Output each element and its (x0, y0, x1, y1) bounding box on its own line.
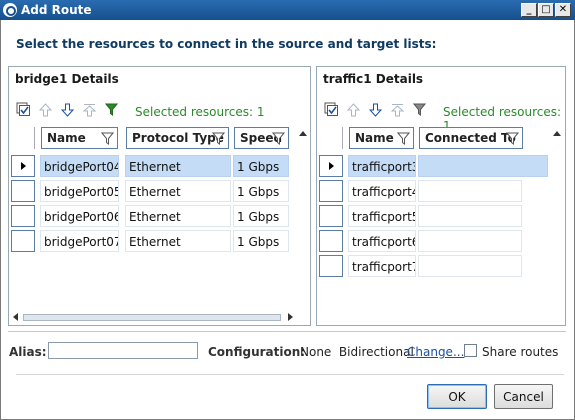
column-filter-icon[interactable] (211, 132, 226, 148)
divider (8, 331, 566, 332)
cell-name[interactable]: trafficport7 (348, 255, 416, 277)
move-down-icon[interactable] (59, 101, 76, 118)
source-grid-header: Name Protocol Type Speed (9, 125, 299, 151)
share-routes-checkbox[interactable] (464, 344, 477, 357)
title-bar[interactable]: Add Route _ □ ✕ (0, 0, 575, 20)
table-row[interactable]: trafficport6 (317, 229, 549, 252)
change-configuration-link[interactable]: Change... (407, 345, 464, 359)
cancel-button[interactable]: Cancel (494, 384, 553, 409)
move-up-icon[interactable] (37, 101, 54, 118)
current-row-icon (21, 162, 26, 170)
source-panel: bridge1 Details Selected resources: 1 Na… (8, 66, 311, 326)
table-row[interactable]: bridgePort05 Ethernet 1 Gbps (9, 179, 299, 202)
app-icon (3, 3, 17, 17)
row-selector[interactable] (11, 180, 35, 202)
target-grid-header: Name Connected To (317, 125, 553, 151)
filter-icon[interactable] (103, 101, 120, 118)
scroll-up-icon[interactable] (553, 131, 561, 136)
scroll-thumb[interactable] (23, 314, 281, 321)
header-corner (9, 127, 35, 149)
maximize-button[interactable]: □ (538, 3, 554, 17)
alias-label: Alias: (9, 345, 47, 359)
select-all-icon[interactable] (323, 101, 340, 118)
configuration-value: None Bidirectional (300, 345, 414, 359)
cell-protocol[interactable]: Ethernet (125, 205, 231, 227)
row-selector[interactable] (11, 230, 35, 252)
scroll-left-icon[interactable] (13, 313, 18, 321)
column-header-name[interactable]: Name (349, 127, 414, 149)
row-selector[interactable] (319, 230, 343, 252)
row-selector[interactable] (319, 255, 343, 277)
column-filter-icon[interactable] (271, 132, 286, 148)
cell-protocol[interactable]: Ethernet (125, 230, 231, 252)
instruction-text: Select the resources to connect in the s… (16, 37, 437, 51)
column-header-speed[interactable]: Speed (234, 127, 289, 149)
cell-connected-to[interactable] (418, 230, 522, 252)
cell-name[interactable]: trafficport6 (348, 230, 416, 252)
cell-protocol[interactable]: Ethernet (125, 155, 231, 177)
table-row[interactable]: bridgePort04 Ethernet 1 Gbps (9, 154, 299, 177)
scroll-up-icon[interactable] (299, 131, 307, 136)
column-header-protocol-type[interactable]: Protocol Type (126, 127, 229, 149)
move-top-icon[interactable] (389, 101, 406, 118)
horizontal-scrollbar[interactable] (11, 311, 297, 323)
table-row[interactable]: trafficport3 (317, 154, 549, 177)
cell-name[interactable]: bridgePort07 (40, 230, 119, 252)
source-selected-count: Selected resources: 1 (135, 105, 265, 119)
table-row[interactable]: trafficport4 (317, 179, 549, 202)
minimize-button[interactable]: _ (521, 3, 537, 17)
column-header-connected-to[interactable]: Connected To (419, 127, 523, 149)
window-title: Add Route (21, 3, 92, 17)
close-button[interactable]: ✕ (555, 3, 571, 17)
cell-name[interactable]: trafficport3 (348, 155, 416, 177)
cell-speed[interactable]: 1 Gbps (233, 205, 289, 227)
row-selector[interactable] (319, 180, 343, 202)
row-selector[interactable] (319, 205, 343, 227)
table-row[interactable]: trafficport7 (317, 254, 549, 277)
table-row[interactable]: bridgePort06 Ethernet 1 Gbps (9, 204, 299, 227)
cell-name[interactable]: trafficport5 (348, 205, 416, 227)
cell-connected-to[interactable] (418, 155, 548, 177)
table-row[interactable]: bridgePort07 Ethernet 1 Gbps (9, 229, 299, 252)
vertical-scrollbar[interactable] (551, 127, 563, 312)
target-panel: traffic1 Details Selected resources: 1 N… (316, 66, 566, 326)
cell-name[interactable]: bridgePort06 (40, 205, 119, 227)
cell-name[interactable]: trafficport4 (348, 180, 416, 202)
row-selector[interactable] (11, 155, 35, 177)
cell-protocol[interactable]: Ethernet (125, 180, 231, 202)
row-selector[interactable] (319, 155, 343, 177)
cell-connected-to[interactable] (418, 255, 522, 277)
cell-name[interactable]: bridgePort05 (40, 180, 119, 202)
share-routes-label[interactable]: Share routes (482, 345, 558, 359)
cell-speed[interactable]: 1 Gbps (233, 155, 289, 177)
source-panel-title: bridge1 Details (15, 72, 119, 86)
cell-speed[interactable]: 1 Gbps (233, 180, 289, 202)
cell-connected-to[interactable] (418, 180, 522, 202)
column-filter-icon[interactable] (100, 132, 115, 148)
divider (16, 374, 564, 375)
ok-button[interactable]: OK (427, 384, 487, 409)
cell-connected-to[interactable] (418, 205, 522, 227)
vertical-scrollbar[interactable] (297, 127, 309, 307)
table-row[interactable]: trafficport5 (317, 204, 549, 227)
column-filter-icon[interactable] (396, 132, 411, 148)
select-all-icon[interactable] (15, 101, 32, 118)
alias-input[interactable] (48, 342, 198, 359)
filter-icon[interactable] (411, 101, 428, 118)
move-up-icon[interactable] (345, 101, 362, 118)
target-panel-title: traffic1 Details (323, 72, 424, 86)
cell-name[interactable]: bridgePort04 (40, 155, 119, 177)
current-row-icon (329, 162, 334, 170)
configuration-label: Configuration: (208, 345, 306, 359)
move-top-icon[interactable] (81, 101, 98, 118)
scroll-right-icon[interactable] (288, 313, 293, 321)
cell-speed[interactable]: 1 Gbps (233, 230, 289, 252)
move-down-icon[interactable] (367, 101, 384, 118)
row-selector[interactable] (11, 205, 35, 227)
column-header-name[interactable]: Name (41, 127, 118, 149)
header-corner (317, 127, 343, 149)
column-filter-icon[interactable] (505, 132, 520, 148)
